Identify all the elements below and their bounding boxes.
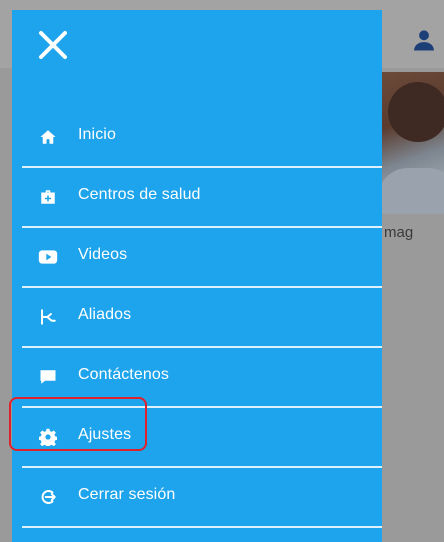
menu-item-cerrar-sesion[interactable]: Cerrar sesión (22, 468, 382, 528)
menu-item-label: Aliados (78, 306, 132, 323)
menu-item-inicio[interactable]: Inicio (22, 108, 382, 168)
handshake-icon (38, 307, 58, 327)
medical-kit-icon (38, 187, 58, 207)
navigation-drawer: Inicio Centros de salud Videos Aliados C… (12, 10, 382, 542)
background-caption: mag (384, 224, 414, 241)
menu-item-label: Ajustes (78, 426, 132, 443)
menu-item-label: Contáctenos (78, 366, 169, 383)
video-play-icon (38, 247, 58, 267)
user-icon[interactable] (410, 26, 438, 54)
menu-item-aliados[interactable]: Aliados (22, 288, 382, 348)
close-button[interactable] (36, 28, 70, 62)
menu-item-centros-de-salud[interactable]: Centros de salud (22, 168, 382, 228)
menu-item-contactenos[interactable]: Contáctenos (22, 348, 382, 408)
chat-icon (38, 367, 58, 387)
menu-item-label: Centros de salud (78, 186, 201, 203)
close-icon (39, 31, 67, 59)
drawer-menu: Inicio Centros de salud Videos Aliados C… (12, 108, 382, 528)
home-icon (38, 127, 58, 147)
background-photo (378, 72, 444, 214)
menu-item-label: Inicio (78, 126, 116, 143)
menu-item-videos[interactable]: Videos (22, 228, 382, 288)
menu-item-label: Videos (78, 246, 128, 263)
app-screen: mag Inicio Centros de salud Videos Aliad… (0, 0, 444, 542)
menu-item-label: Cerrar sesión (78, 486, 176, 503)
logout-icon (38, 487, 58, 507)
gear-icon (38, 427, 58, 447)
menu-item-ajustes[interactable]: Ajustes (22, 408, 382, 468)
